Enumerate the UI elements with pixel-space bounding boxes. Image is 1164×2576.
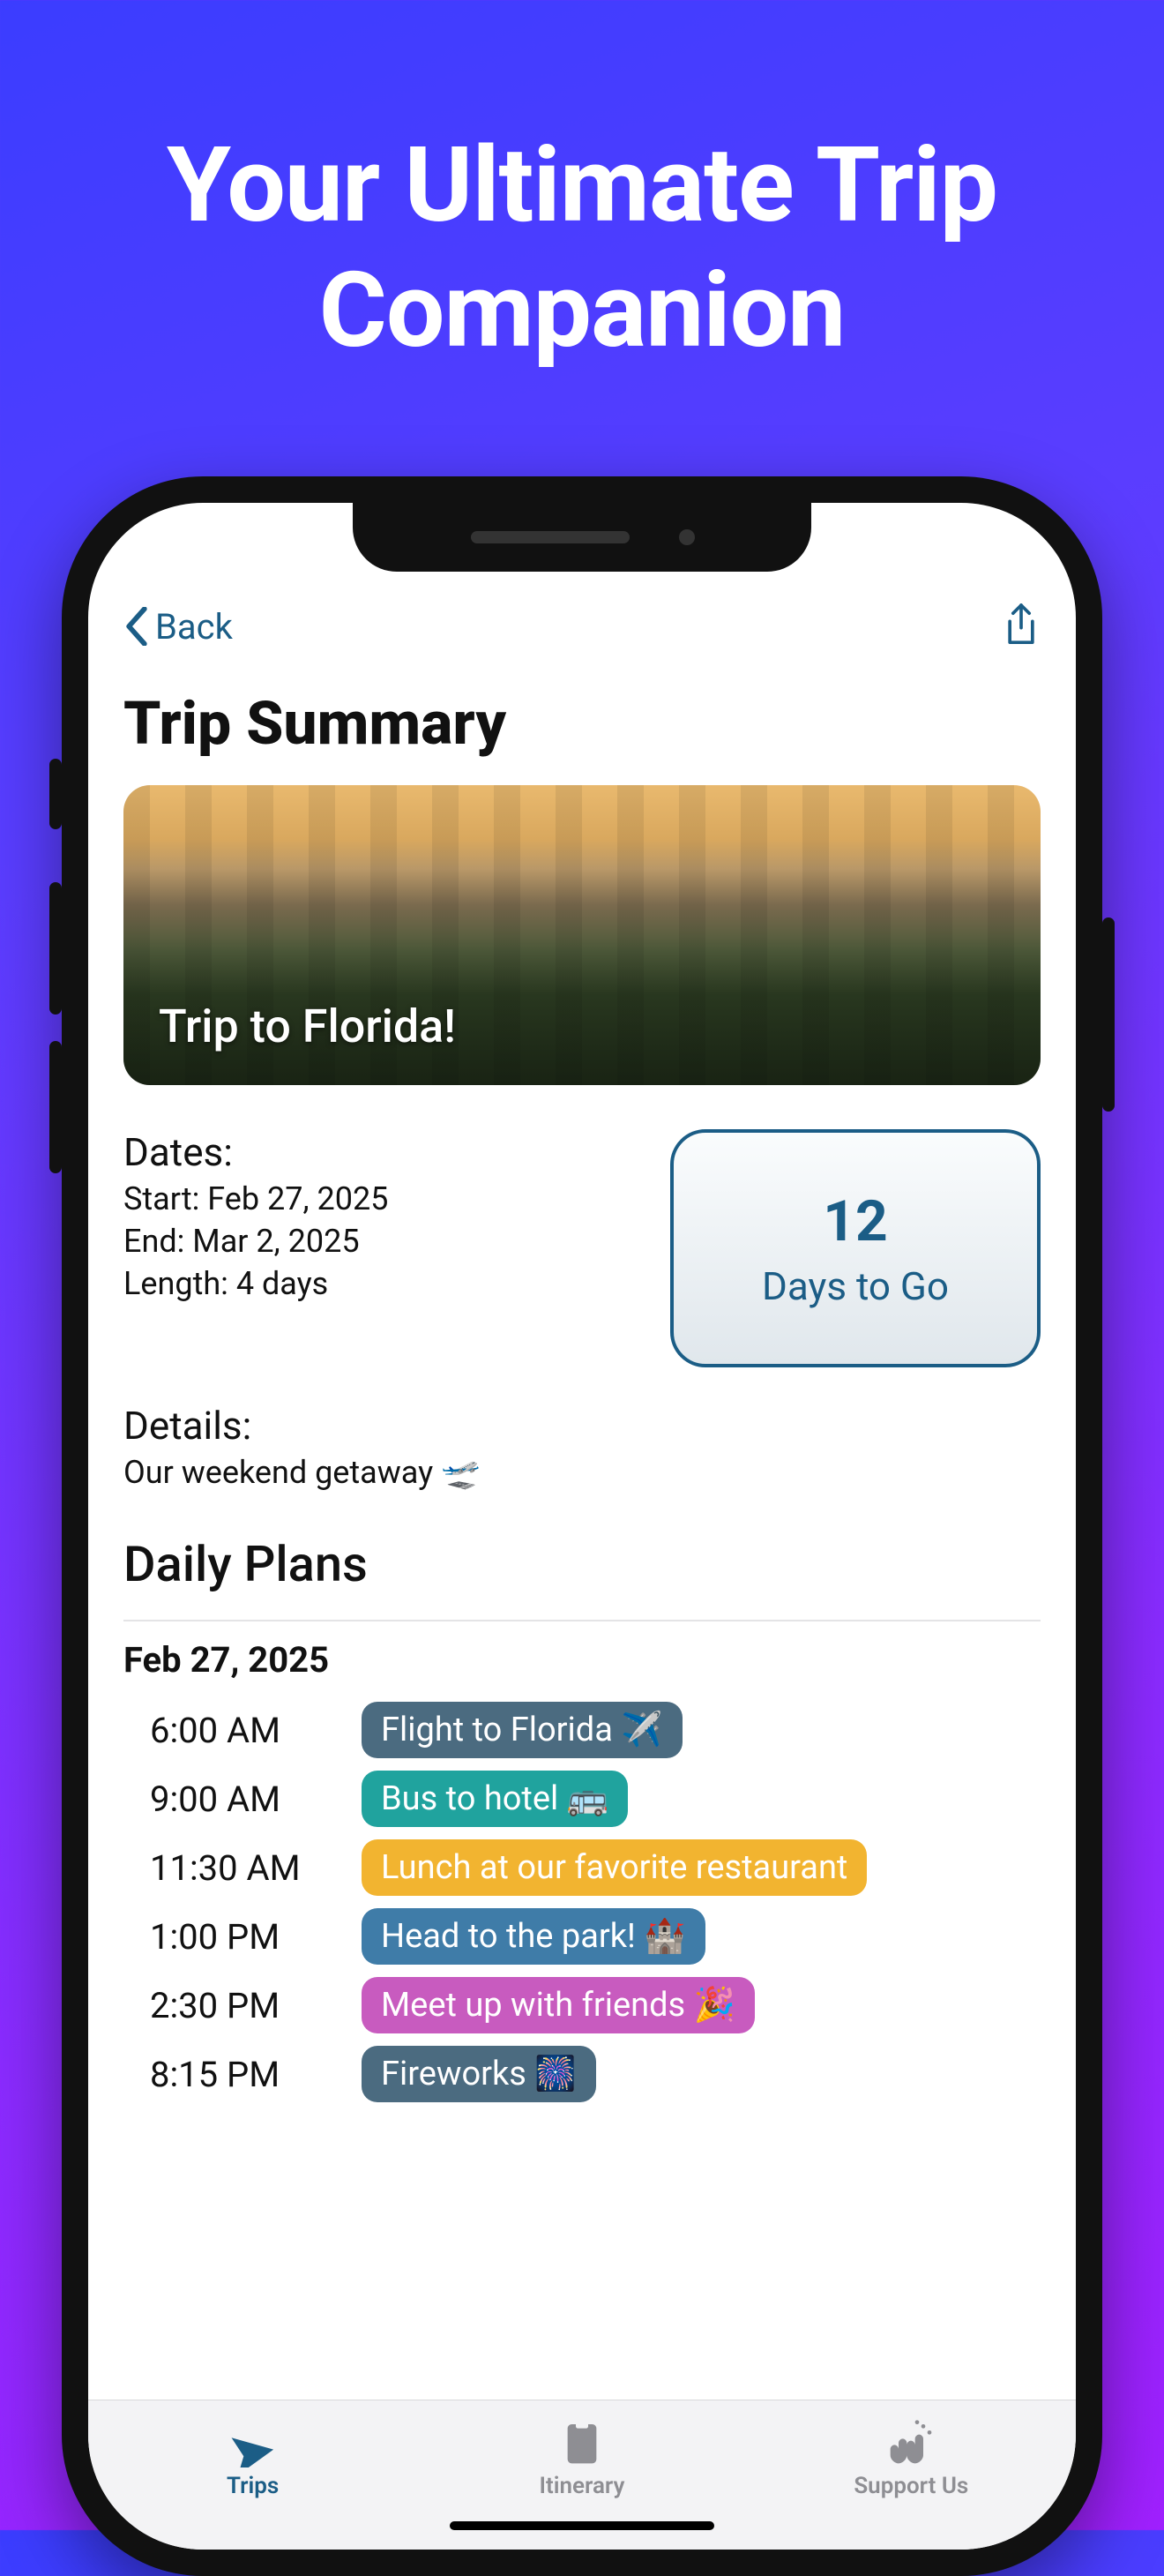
countdown-card: 12 Days to Go — [670, 1129, 1041, 1367]
plan-row[interactable]: 2:30 PM Meet up with friends 🎉 — [123, 1977, 1041, 2033]
plan-time: 9:00 AM — [150, 1778, 326, 1820]
tab-support[interactable]: Support Us — [749, 2418, 1075, 2499]
plan-row[interactable]: 9:00 AM Bus to hotel 🚌 — [123, 1771, 1041, 1827]
plan-pill: Flight to Florida ✈️ — [362, 1702, 683, 1758]
navigation-bar: Back — [123, 591, 1041, 662]
plan-row[interactable]: 1:00 PM Head to the park! 🏰 — [123, 1908, 1041, 1965]
plan-row[interactable]: 6:00 AM Flight to Florida ✈️ — [123, 1702, 1041, 1758]
plan-pill: Meet up with friends 🎉 — [362, 1977, 755, 2033]
plan-time: 2:30 PM — [150, 1985, 326, 2026]
plan-time: 1:00 PM — [150, 1916, 326, 1958]
plan-row[interactable]: 8:15 PM Fireworks 🎆 — [123, 2046, 1041, 2102]
plan-pill: Head to the park! 🏰 — [362, 1908, 705, 1965]
plan-time: 8:15 PM — [150, 2054, 326, 2095]
daily-plans-heading: Daily Plans — [123, 1535, 1041, 1593]
details-heading: Details: — [123, 1403, 1041, 1449]
home-indicator — [450, 2521, 714, 2530]
chevron-left-icon — [123, 607, 150, 646]
plan-pill: Fireworks 🎆 — [362, 2046, 596, 2102]
power-button — [1102, 917, 1115, 1112]
clap-icon — [886, 2418, 936, 2467]
back-label: Back — [155, 606, 233, 648]
share-icon — [1002, 602, 1041, 648]
plan-row[interactable]: 11:30 AM Lunch at our favorite restaurant — [123, 1839, 1041, 1896]
trip-hero-card[interactable]: Trip to Florida! — [123, 785, 1041, 1085]
volume-up-button — [49, 882, 62, 1015]
plan-time: 11:30 AM — [150, 1847, 326, 1889]
tab-itinerary-label: Itinerary — [540, 2473, 625, 2499]
trip-name: Trip to Florida! — [159, 1000, 456, 1053]
start-date: Start: Feb 27, 2025 — [123, 1180, 644, 1217]
dates-heading: Dates: — [123, 1129, 644, 1175]
end-date: End: Mar 2, 2025 — [123, 1223, 644, 1260]
plan-pill: Lunch at our favorite restaurant — [362, 1839, 867, 1896]
tab-support-label: Support Us — [854, 2473, 968, 2499]
day-date: Feb 27, 2025 — [123, 1639, 1041, 1681]
plan-time: 6:00 AM — [150, 1710, 326, 1751]
share-button[interactable] — [1002, 602, 1041, 651]
divider — [123, 1620, 1041, 1621]
countdown-label: Days to Go — [762, 1263, 949, 1309]
device-notch — [353, 503, 811, 572]
mute-switch — [49, 759, 62, 829]
clipboard-icon — [557, 2418, 607, 2467]
marketing-headline: Your Ultimate Trip Companion — [0, 0, 1164, 373]
details-text: Our weekend getaway 🛫 — [123, 1454, 1041, 1491]
back-button[interactable]: Back — [123, 606, 233, 648]
airplane-icon — [228, 2418, 278, 2467]
tab-trips-label: Trips — [227, 2473, 279, 2499]
tab-itinerary[interactable]: Itinerary — [419, 2418, 745, 2499]
volume-down-button — [49, 1041, 62, 1173]
countdown-number: 12 — [823, 1188, 887, 1254]
trip-length: Length: 4 days — [123, 1265, 644, 1302]
plan-pill: Bus to hotel 🚌 — [362, 1771, 628, 1827]
tab-trips[interactable]: Trips — [90, 2418, 416, 2499]
page-title: Trip Summary — [123, 662, 1041, 785]
phone-frame: Back Trip Summary Trip to Florida! — [62, 476, 1102, 2576]
plan-list: 6:00 AM Flight to Florida ✈️ 9:00 AM Bus to… — [123, 1702, 1041, 2102]
